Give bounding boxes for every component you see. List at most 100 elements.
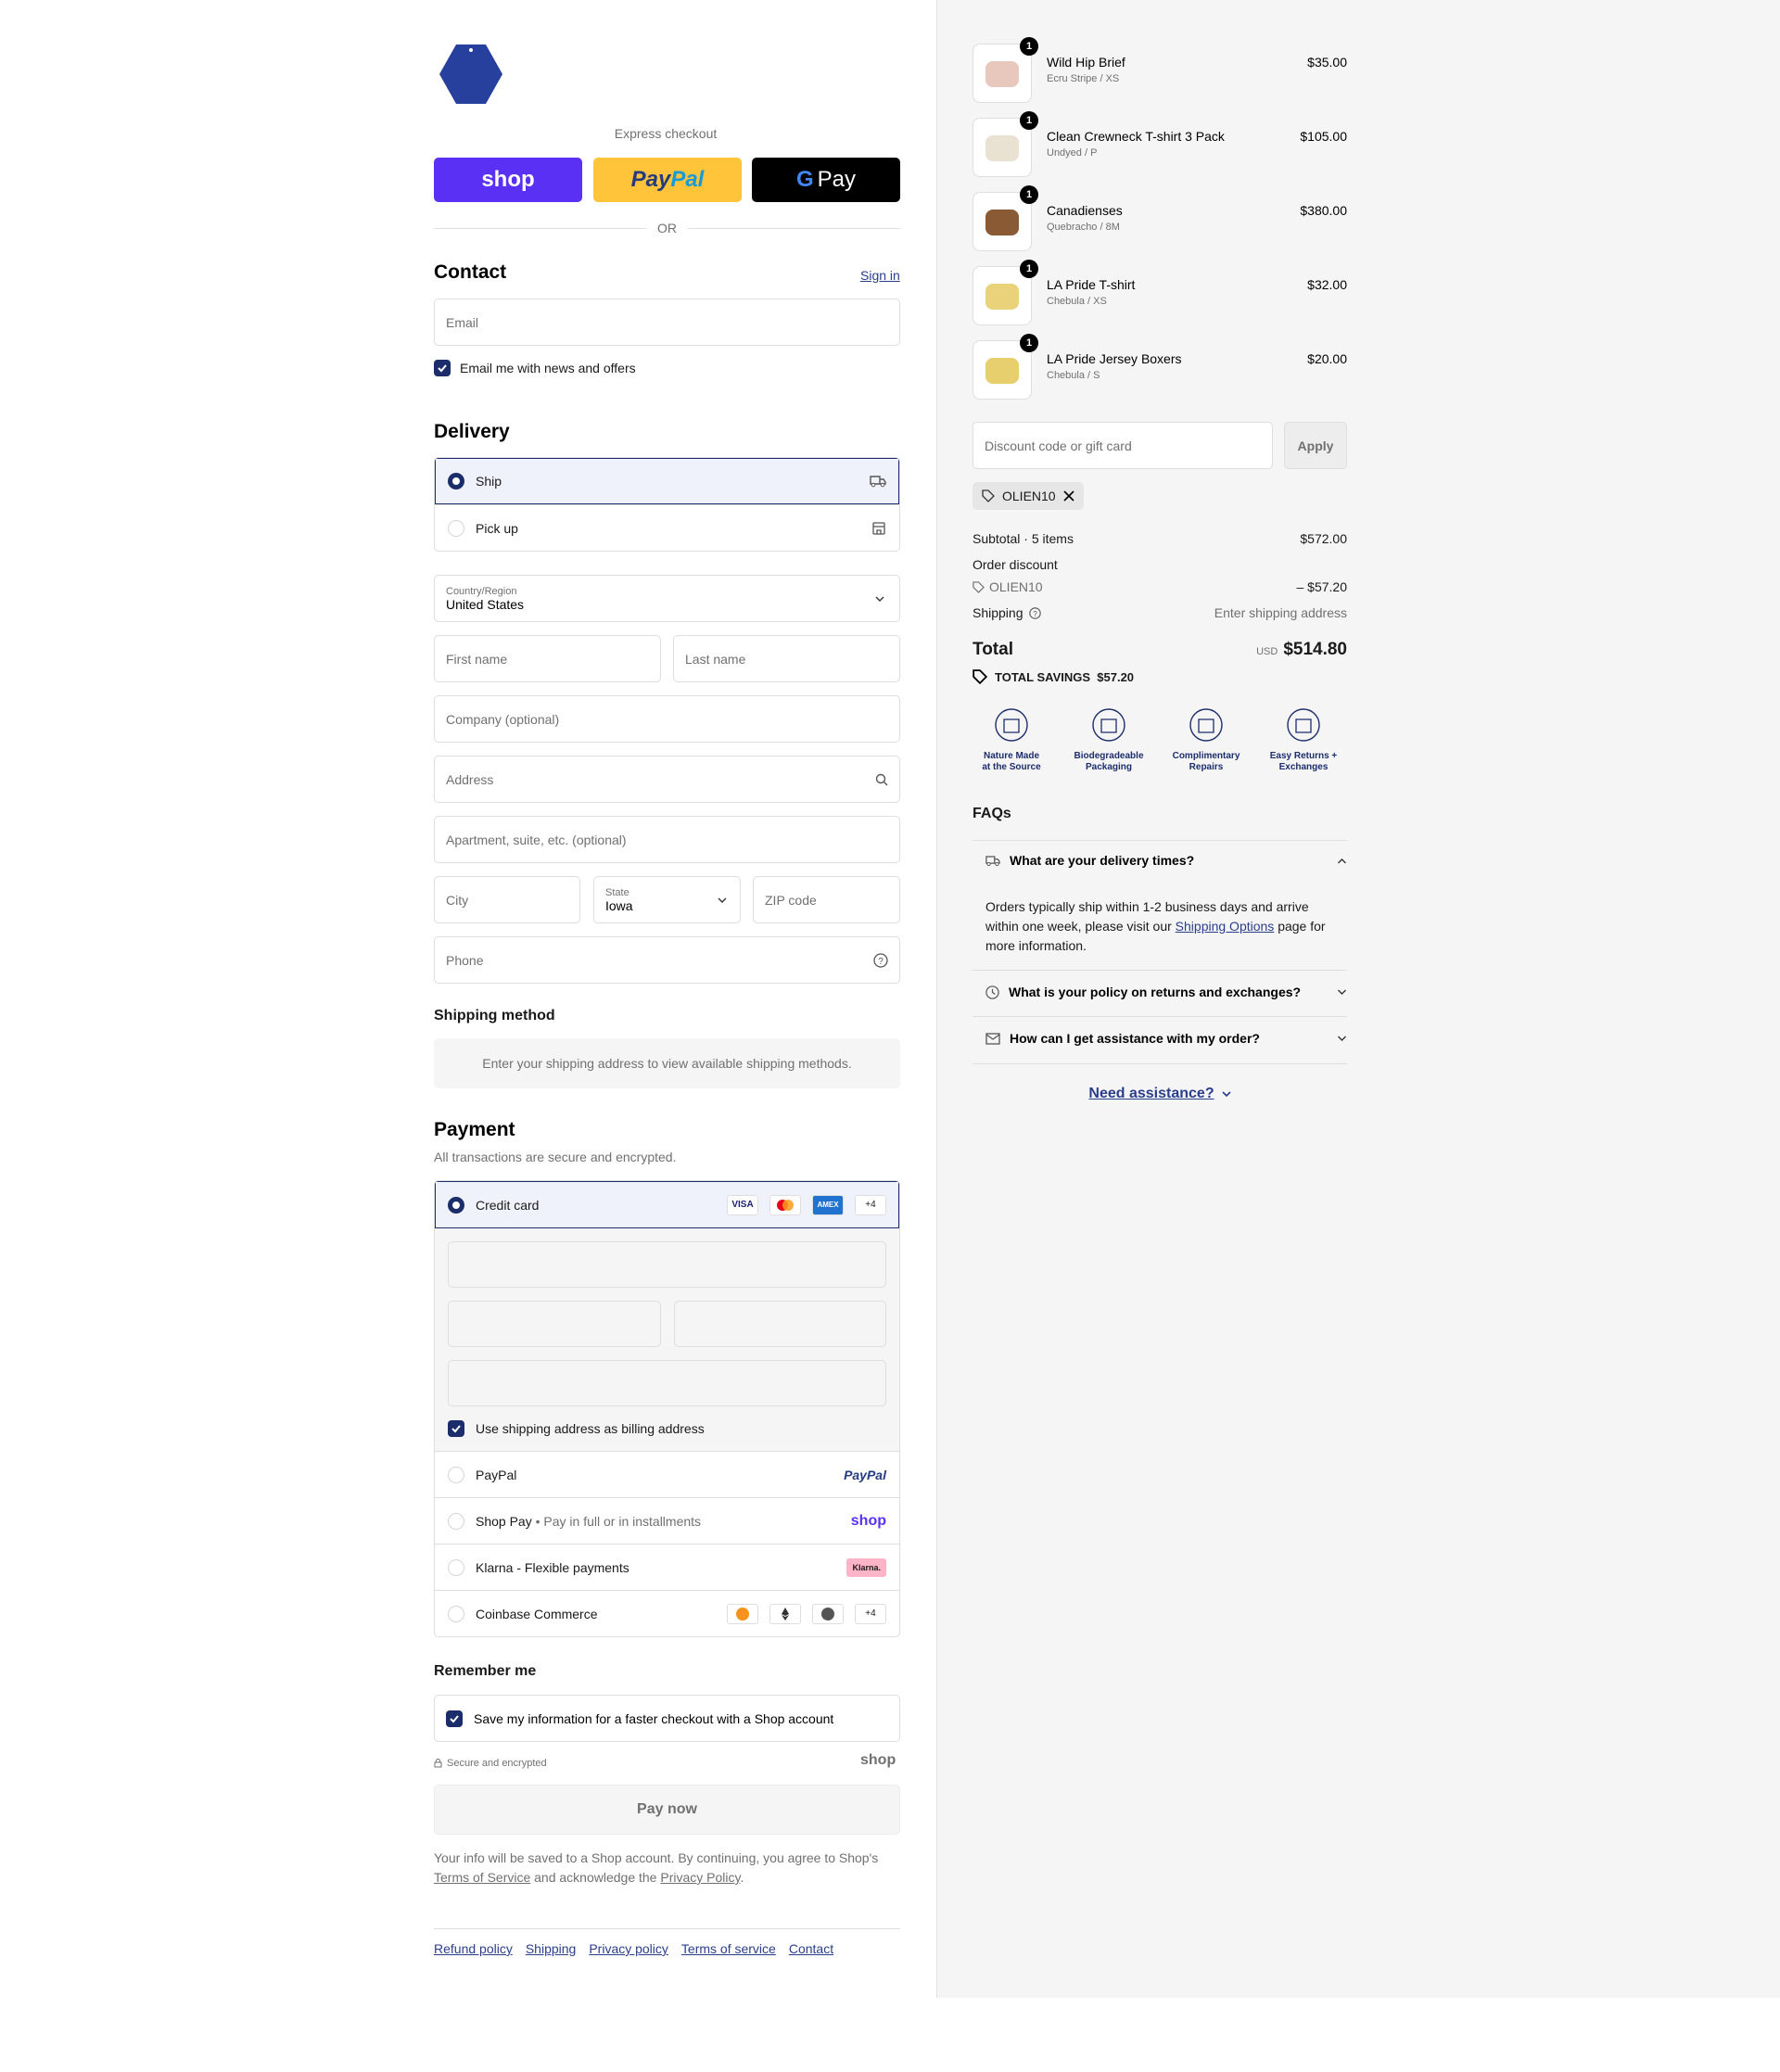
apply-button[interactable]: Apply — [1284, 422, 1347, 469]
radio-icon[interactable] — [448, 519, 464, 537]
faq-item-returns[interactable]: What is your policy on returns and excha… — [985, 985, 1347, 999]
delivery-option-ship[interactable]: Ship — [435, 458, 899, 504]
faq-item-delivery[interactable]: What are your delivery times? — [985, 853, 1347, 868]
payment-option-credit-card[interactable]: Credit card VISA AMEX +4 — [435, 1181, 899, 1228]
search-icon — [875, 773, 888, 785]
quantity-badge: 1 — [1020, 185, 1038, 204]
radio-icon[interactable] — [448, 1605, 464, 1622]
payment-option-shop-pay[interactable]: Shop Pay • Pay in full or in installment… — [435, 1497, 899, 1544]
feature-badge: Nature Made at the Source — [963, 705, 1060, 773]
checkbox-checked-icon[interactable] — [434, 360, 451, 376]
card-number-field[interactable] — [448, 1241, 886, 1288]
product-name: Clean Crewneck T-shirt 3 Pack — [1047, 129, 1225, 144]
product-thumbnail: 1 — [973, 37, 1038, 103]
phone-field[interactable]: Phone ? — [434, 936, 900, 984]
terms-link[interactable]: Terms of Service — [434, 1870, 530, 1885]
city-field[interactable]: City — [434, 876, 580, 923]
shipping-options-link[interactable]: Shipping Options — [1176, 919, 1275, 934]
need-assistance-toggle[interactable]: Need assistance? — [973, 1086, 1347, 1102]
truck-icon — [870, 476, 886, 488]
faq-item-assistance[interactable]: How can I get assistance with my order? — [985, 1031, 1347, 1046]
faq-answer-delivery: Orders typically ship within 1-2 busines… — [985, 899, 1326, 953]
state-select[interactable]: State Iowa — [593, 876, 741, 923]
footer-shipping-link[interactable]: Shipping — [526, 1941, 577, 1956]
litecoin-icon — [812, 1603, 844, 1624]
billing-checkbox-row[interactable]: Use shipping address as billing address — [448, 1419, 886, 1438]
footer-privacy-link[interactable]: Privacy policy — [589, 1941, 668, 1956]
paypal-wordmark: Pal — [670, 167, 705, 192]
faq-divider — [973, 1063, 1347, 1064]
svg-text:?: ? — [878, 957, 884, 967]
radio-icon[interactable] — [448, 1512, 464, 1530]
secure-note: Secure and encrypted — [434, 1758, 547, 1769]
checkbox-checked-icon[interactable] — [448, 1420, 464, 1437]
mastercard-icon — [769, 1194, 801, 1215]
email-field[interactable]: Email — [434, 299, 900, 346]
paypal-logo: PayPal — [844, 1467, 886, 1482]
shipping-row: Shipping? Enter shipping address — [973, 605, 1347, 620]
pay-now-button[interactable]: Pay now — [434, 1785, 900, 1835]
tag-icon — [982, 489, 995, 502]
product-variant: Ecru Stripe / XS — [1047, 73, 1120, 84]
chevron-down-icon — [718, 897, 727, 903]
news-checkbox-row[interactable]: Email me with news and offers — [434, 360, 636, 376]
checkbox-checked-icon[interactable] — [446, 1710, 463, 1727]
card-expiry-field[interactable] — [448, 1301, 661, 1347]
payment-subtitle: All transactions are secure and encrypte… — [434, 1150, 677, 1164]
footer-refund-link[interactable]: Refund policy — [434, 1941, 513, 1956]
apartment-field[interactable]: Apartment, suite, etc. (optional) — [434, 816, 900, 863]
last-name-field[interactable]: Last name — [673, 635, 900, 682]
address-field[interactable]: Address — [434, 756, 900, 803]
product-price: $35.00 — [1307, 55, 1347, 70]
total-row: Total USD $514.80 — [973, 640, 1347, 659]
product-thumbnail: 1 — [973, 260, 1038, 325]
country-select[interactable]: Country/Region United States — [434, 575, 900, 622]
delivery-option-pickup[interactable]: Pick up — [435, 504, 899, 551]
repairs-icon — [1189, 708, 1223, 742]
cart-item: 1 LA Pride Jersey Boxers Chebula / S $20… — [973, 334, 1347, 400]
zip-field[interactable]: ZIP code — [753, 876, 900, 923]
klarna-logo: Klarna. — [846, 1557, 886, 1577]
shop-pay-button[interactable]: shop — [434, 158, 582, 202]
product-variant: Quebracho / 8M — [1047, 222, 1120, 233]
footer-terms-link[interactable]: Terms of service — [681, 1941, 776, 1956]
radio-selected-icon[interactable] — [448, 1196, 464, 1214]
payment-option-coinbase[interactable]: Coinbase Commerce +4 — [435, 1590, 899, 1636]
close-icon[interactable] — [1063, 490, 1074, 502]
help-circle-icon[interactable]: ? — [873, 952, 888, 968]
chevron-up-icon — [1338, 858, 1346, 863]
total-savings: TOTAL SAVINGS $57.20 — [973, 669, 1134, 684]
footer-links: Refund policy Shipping Privacy policy Te… — [434, 1941, 833, 1956]
shop-pay-logo: shop — [850, 1512, 886, 1529]
product-name: LA Pride T-shirt — [1047, 277, 1136, 292]
product-price: $380.00 — [1300, 203, 1347, 218]
chevron-down-icon — [1338, 1036, 1346, 1041]
package-icon — [1092, 708, 1125, 742]
sign-in-link[interactable]: Sign in — [860, 268, 900, 283]
visa-icon: VISA — [727, 1194, 758, 1215]
product-name: LA Pride Jersey Boxers — [1047, 351, 1182, 366]
payment-option-klarna[interactable]: Klarna - Flexible payments Klarna. — [435, 1544, 899, 1590]
truck-icon — [985, 855, 1000, 866]
paypal-button[interactable]: Pay Pal — [593, 158, 742, 202]
company-field[interactable]: Company (optional) — [434, 695, 900, 743]
help-circle-icon[interactable]: ? — [1028, 606, 1041, 619]
card-cvv-field[interactable] — [673, 1301, 886, 1347]
remember-checkbox-row[interactable]: Save my information for a faster checkou… — [434, 1695, 900, 1742]
radio-selected-icon[interactable] — [448, 473, 464, 489]
first-name-field[interactable]: First name — [434, 635, 661, 682]
radio-icon[interactable] — [448, 1466, 464, 1483]
card-name-field[interactable] — [448, 1360, 886, 1406]
payment-option-paypal[interactable]: PayPal PayPal — [435, 1451, 899, 1497]
product-price: $20.00 — [1307, 351, 1347, 366]
product-name: Canadienses — [1047, 203, 1123, 218]
privacy-link[interactable]: Privacy Policy — [660, 1870, 740, 1885]
news-label: Email me with news and offers — [460, 361, 636, 375]
quantity-badge: 1 — [1020, 111, 1038, 130]
radio-icon[interactable] — [448, 1558, 464, 1576]
discount-code-field[interactable]: Discount code or gift card — [973, 422, 1273, 469]
google-pay-button[interactable]: G Pay — [752, 158, 900, 202]
store-logo[interactable] — [438, 41, 504, 108]
faq-divider — [973, 1016, 1347, 1017]
footer-contact-link[interactable]: Contact — [789, 1941, 833, 1956]
